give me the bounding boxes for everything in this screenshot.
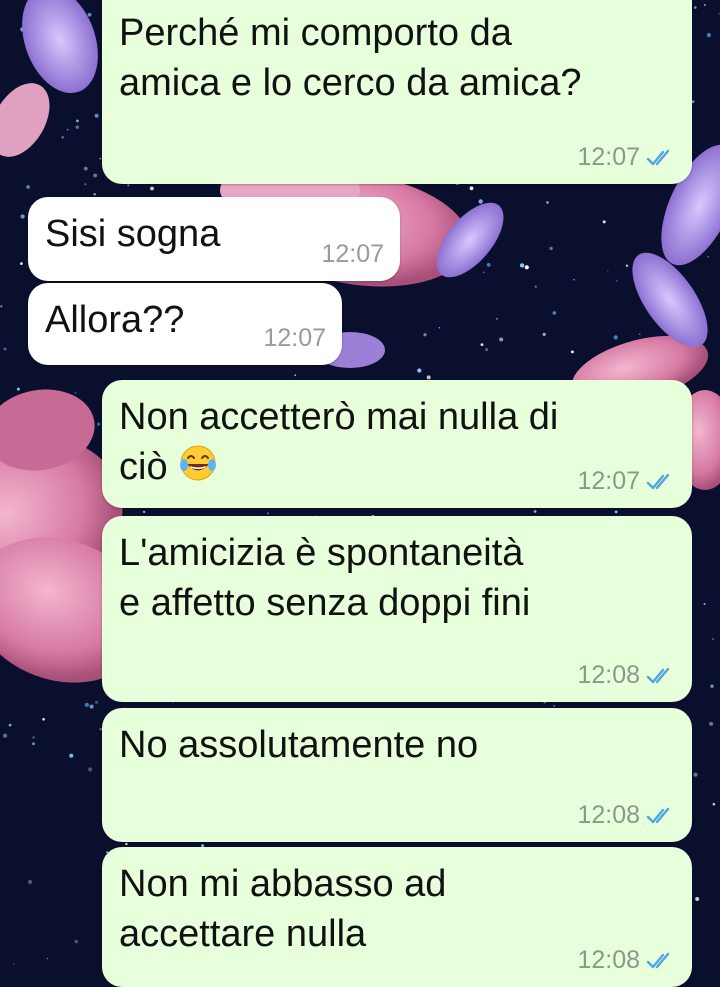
message-text: Allora?? bbox=[45, 295, 184, 345]
message-timestamp: 12:07 bbox=[577, 467, 640, 496]
message-meta: 12:08 bbox=[577, 946, 676, 975]
message-timestamp: 12:07 bbox=[263, 324, 326, 353]
double-check-read-icon bbox=[646, 666, 676, 686]
message-text: Non mi abbasso ad accettare nulla bbox=[119, 859, 446, 959]
message-text: L'amicizia è spontaneità e affetto senza… bbox=[119, 528, 530, 628]
outgoing-message-bubble[interactable]: L'amicizia è spontaneità e affetto senza… bbox=[102, 516, 692, 702]
outgoing-message-bubble[interactable]: No assolutamente no 12:08 bbox=[102, 708, 692, 842]
message-meta: 12:08 bbox=[577, 801, 676, 830]
incoming-message-bubble[interactable]: Sisi sogna 12:07 bbox=[28, 197, 400, 281]
double-check-read-icon bbox=[646, 148, 676, 168]
message-meta: 12:07 bbox=[321, 240, 384, 269]
message-timestamp: 12:08 bbox=[577, 946, 640, 975]
message-text-content: L'amicizia è spontaneità e affetto senza… bbox=[119, 532, 530, 624]
message-meta: 12:07 bbox=[263, 324, 326, 353]
double-check-read-icon bbox=[646, 951, 676, 971]
message-meta: 12:07 bbox=[577, 467, 676, 496]
message-timestamp: 12:08 bbox=[577, 801, 640, 830]
message-text-content: Allora?? bbox=[45, 299, 184, 341]
message-text: Sisi sogna bbox=[45, 209, 220, 259]
message-text: No assolutamente no bbox=[119, 720, 478, 770]
message-timestamp: 12:07 bbox=[577, 143, 640, 172]
outgoing-message-bubble[interactable]: Non mi abbasso ad accettare nulla 12:08 bbox=[102, 847, 692, 987]
outgoing-message-bubble[interactable]: Non accetterò mai nulla di ciò 12:07 bbox=[102, 380, 692, 508]
message-meta: 12:08 bbox=[577, 661, 676, 690]
message-text-content: Sisi sogna bbox=[45, 213, 220, 255]
message-text-content: No assolutamente no bbox=[119, 724, 478, 766]
message-text-content: Non mi abbasso ad accettare nulla bbox=[119, 863, 446, 955]
message-timestamp: 12:08 bbox=[577, 661, 640, 690]
message-meta: 12:07 bbox=[577, 143, 676, 172]
face-with-tears-of-joy-icon bbox=[178, 443, 218, 483]
message-text: Non accetterò mai nulla di ciò bbox=[119, 392, 558, 492]
message-text-content: Perché mi comporto da amica e lo cerco d… bbox=[119, 12, 582, 104]
message-text: Perché mi comporto da amica e lo cerco d… bbox=[119, 8, 582, 108]
message-timestamp: 12:07 bbox=[321, 240, 384, 269]
double-check-read-icon bbox=[646, 806, 676, 826]
incoming-message-bubble[interactable]: Allora?? 12:07 bbox=[28, 283, 342, 365]
double-check-read-icon bbox=[646, 472, 676, 492]
outgoing-message-bubble[interactable]: Perché mi comporto da amica e lo cerco d… bbox=[102, 0, 692, 184]
